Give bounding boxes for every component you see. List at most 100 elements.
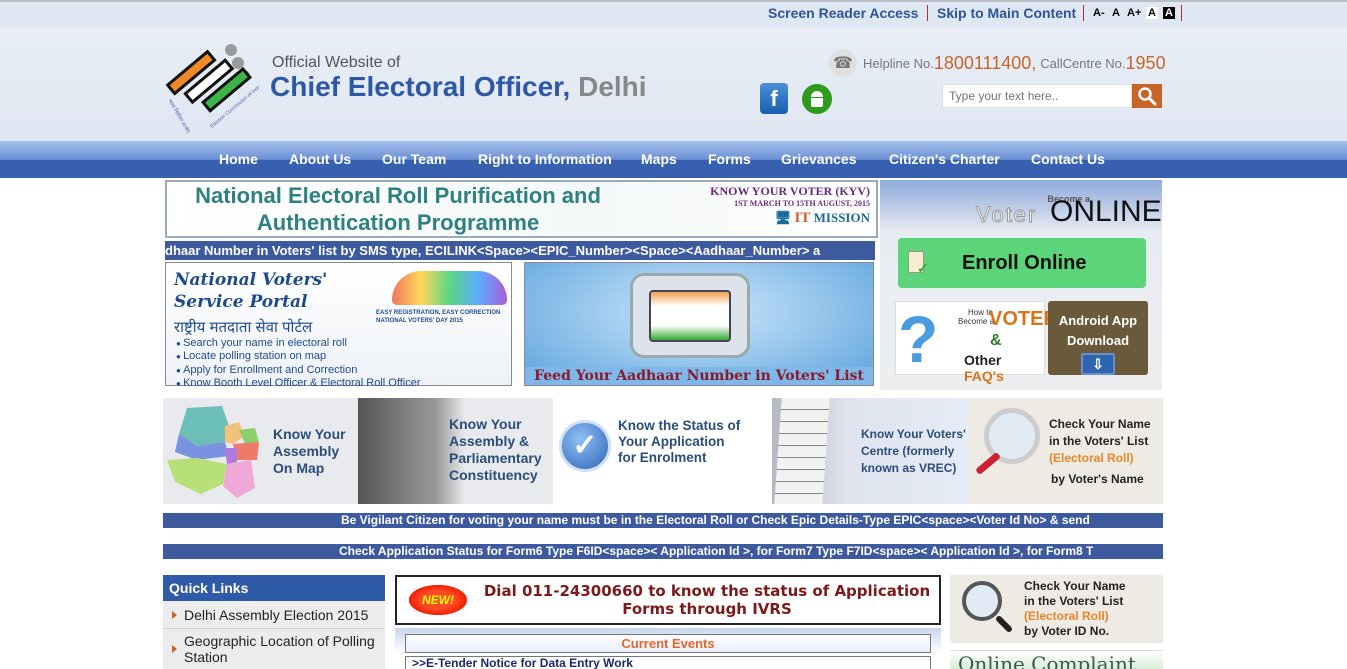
tile-line: (Electoral Roll): [1024, 609, 1109, 623]
voter-text: Voter: [975, 202, 1038, 228]
tile-text: Know the Status of Your Application for …: [618, 418, 740, 466]
nav-our-team[interactable]: Our Team: [382, 151, 446, 167]
know-assembly-parliamentary-constituency-tile[interactable]: Know Your Assembly & Parliamentary Const…: [358, 398, 553, 504]
delhi-map-image: [167, 406, 259, 498]
aadhaar-card-image: [649, 290, 731, 342]
android-body: [811, 98, 823, 107]
callcentre-label: CallCentre No.: [1040, 55, 1126, 71]
tile-line: Centre (formerly: [861, 444, 955, 458]
tile-line: (Electoral Roll): [1049, 451, 1134, 465]
android-head: [811, 91, 823, 97]
nav-maps[interactable]: Maps: [641, 151, 677, 167]
font-increase-button[interactable]: A+: [1127, 7, 1141, 19]
new-badge-icon: NEW!: [409, 585, 467, 615]
ivrs-notice[interactable]: NEW! Dial 011-24300660 to know the statu…: [395, 575, 941, 625]
quick-link-delhi-assembly-election[interactable]: Delhi Assembly Election 2015: [163, 601, 385, 629]
helpline-number: 1800111400,: [933, 52, 1037, 73]
voters-day-logo: [392, 271, 507, 305]
tile-line: Your Application: [618, 434, 725, 449]
enroll-online-button[interactable]: Enroll Online: [898, 238, 1146, 288]
nerp-banner[interactable]: National Electoral Roll Purification and…: [165, 180, 878, 238]
site-title-city: Delhi: [578, 71, 647, 102]
tile-line: in the Voters' List: [1049, 434, 1149, 448]
callcentre-number: 1950: [1125, 52, 1166, 73]
nvsp-title: National Voters' Service Portal: [174, 269, 327, 313]
check-name-by-voter-id-tile[interactable]: Check Your Name in the Voters' List (Ele…: [950, 575, 1163, 643]
event-link[interactable]: >>E-Tender Notice for Data Entry Work: [412, 657, 633, 669]
tile-line: Constituency: [449, 467, 538, 483]
nav-contact-us[interactable]: Contact Us: [1031, 151, 1105, 167]
contrast-normal-button[interactable]: A: [1146, 7, 1158, 19]
computer-icon: 🖥: [774, 210, 792, 225]
aadhaar-sms-ticker[interactable]: dhaar Number in Voters' list by SMS type…: [165, 241, 875, 260]
telephone-icon: ☎: [829, 49, 857, 77]
divider: [927, 5, 928, 21]
tile-line: Assembly &: [449, 433, 530, 449]
quick-links-title: Quick Links: [163, 575, 385, 601]
nav-citizens-charter[interactable]: Citizen's Charter: [889, 151, 1000, 167]
skip-to-main-content-link[interactable]: Skip to Main Content: [937, 5, 1076, 21]
vigilant-citizen-ticker[interactable]: Be Vigilant Citizen for voting your name…: [163, 513, 1163, 528]
nav-forms[interactable]: Forms: [708, 151, 751, 167]
search-input[interactable]: [942, 84, 1132, 108]
screen-reader-access-link[interactable]: Screen Reader Access: [768, 5, 918, 21]
faq-faqs-text: FAQ's: [964, 368, 1004, 384]
tile-line: Know the Status of: [618, 418, 741, 433]
know-application-status-tile[interactable]: ✓ Know the Status of Your Application fo…: [555, 398, 772, 504]
ivrs-text: Dial 011-24300660 to know the status of …: [483, 582, 931, 618]
know-voters-centre-tile[interactable]: Know Your Voters' Centre (formerly known…: [772, 398, 968, 504]
nvsp-title-line2: Service Portal: [174, 292, 308, 312]
nvsp-title-line1: National Voters': [174, 270, 328, 290]
faq-other-text: Other: [964, 352, 1002, 368]
tile-text: Know Your Voters' Centre (formerly known…: [861, 426, 966, 477]
online-text: ONLINE: [1050, 195, 1162, 228]
online-complaint-banner[interactable]: Online Complaint: [950, 650, 1163, 669]
search-icon: [1138, 87, 1157, 106]
facebook-icon[interactable]: f: [760, 83, 788, 114]
tile-line: by Voter ID No.: [1024, 624, 1110, 638]
search-button[interactable]: [1132, 84, 1162, 108]
nvsp-banner[interactable]: National Voters' Service Portal EASY REG…: [165, 262, 512, 389]
voter-faq-banner[interactable]: ? How to Become a VOTER & Other FAQ's: [895, 301, 1058, 384]
clipboard-check-icon: [908, 251, 929, 277]
tagline-2: NATIONAL VOTERS' DAY 2015: [376, 318, 463, 324]
tile-text: Check Your Name in the Voters' List (Ele…: [1049, 416, 1151, 488]
font-normal-button[interactable]: A: [1112, 7, 1120, 19]
ticker-text: Check Application Status for Form6 Type …: [339, 544, 1094, 558]
font-decrease-button[interactable]: A-: [1093, 7, 1105, 19]
check-name-by-voter-name-tile[interactable]: Check Your Name in the Voters' List (Ele…: [968, 398, 1163, 504]
nav-home[interactable]: Home: [219, 151, 258, 167]
quick-link-polling-station-location[interactable]: Geographic Location of Polling Station: [163, 629, 385, 669]
magnifier-handle: [975, 451, 1001, 476]
site-title-main: Chief Electoral Officer,: [270, 71, 571, 102]
enroll-online-label: Enroll Online: [962, 251, 1087, 274]
helpline-info: ☎ Helpline No. 1800111400, CallCentre No…: [829, 48, 1166, 78]
divider: [1083, 5, 1084, 21]
tile-line: Know Your Voters': [861, 427, 966, 441]
accessibility-bar: Screen Reader Access Skip to Main Conten…: [0, 0, 1347, 28]
tile-line: Check Your Name: [1024, 579, 1126, 593]
ticker-text: Be Vigilant Citizen for voting your name…: [341, 513, 1090, 527]
kyv-block: KNOW YOUR VOTER (KYV) 1ST MARCH TO 15TH …: [710, 184, 870, 227]
mission-text: MISSION: [813, 210, 870, 225]
application-status-ticker[interactable]: Check Application Status for Form6 Type …: [163, 544, 1163, 559]
know-assembly-on-map-tile[interactable]: Know Your Assembly On Map: [163, 398, 358, 504]
tagline-1: EASY REGISTRATION, EASY CORRECTION: [376, 310, 501, 316]
tile-line: Parliamentary: [449, 450, 542, 466]
android-icon[interactable]: [802, 84, 832, 114]
election-commission-logo[interactable]: भारत निर्वाचन आयोग Election Commission o…: [164, 38, 259, 133]
android-app-download-button[interactable]: Android App Download ⇩: [1048, 301, 1148, 375]
nav-grievances[interactable]: Grievances: [781, 151, 857, 167]
tile-line: On Map: [273, 460, 325, 476]
faq-ampersand: &: [990, 332, 1002, 349]
nav-right-to-information[interactable]: Right to Information: [478, 151, 612, 167]
contrast-high-button[interactable]: A: [1163, 7, 1175, 19]
kyv-title: KNOW YOUR VOTER (KYV): [710, 184, 870, 198]
tile-line: Check Your Name: [1049, 417, 1151, 431]
aadhaar-monitor-image: [630, 273, 750, 358]
tile-text: Know Your Assembly On Map: [273, 426, 346, 477]
become-voter-online-panel: Become a Voter ONLINE Enroll Online ? Ho…: [880, 180, 1162, 390]
nav-about-us[interactable]: About Us: [289, 151, 351, 167]
feed-aadhaar-banner[interactable]: Feed Your Aadhaar Number in Voters' List: [524, 262, 874, 386]
tile-line: Assembly: [273, 443, 340, 459]
